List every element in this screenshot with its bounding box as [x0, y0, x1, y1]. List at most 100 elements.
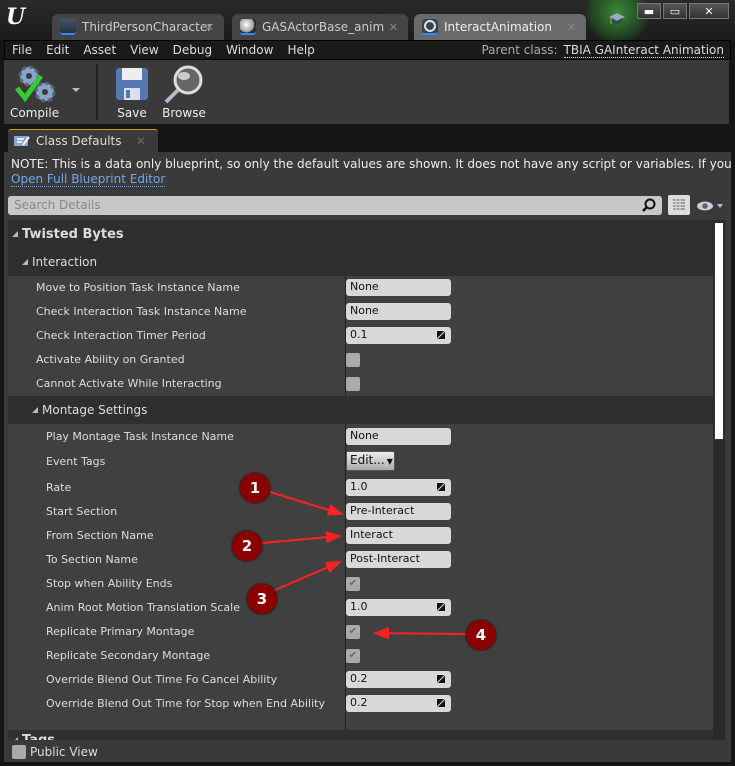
start-section-field[interactable]: Pre-Interact: [346, 503, 451, 520]
category-interaction[interactable]: Interaction: [8, 248, 718, 276]
category-twisted-bytes[interactable]: Twisted Bytes: [8, 220, 718, 248]
close-icon[interactable]: ✕: [136, 134, 146, 148]
tab-interactanimation[interactable]: InteractAnimation ✕: [414, 14, 586, 40]
unreal-logo-icon: U: [6, 4, 26, 30]
save-icon: [116, 68, 148, 100]
property-label: Event Tags: [46, 455, 106, 468]
event-tags-edit-button[interactable]: Edit... ▼: [346, 451, 395, 471]
spin-drag-icon[interactable]: [437, 675, 445, 683]
annotation-badge-3: 3: [247, 584, 277, 614]
spin-drag-icon[interactable]: [437, 331, 445, 339]
open-full-blueprint-editor-link[interactable]: Open Full Blueprint Editor: [11, 172, 166, 187]
details-panel: NOTE: This is a data only blueprint, so …: [4, 152, 731, 762]
property-label: To Section Name: [46, 553, 138, 566]
field-value: None: [350, 429, 379, 442]
rate-field[interactable]: 1.0: [346, 479, 451, 496]
class-defaults-icon: [14, 136, 30, 146]
field-value: 0.2: [350, 696, 368, 709]
property-tree: Twisted Bytes Interaction Move to Positi…: [8, 220, 718, 740]
replicate-secondary-montage-checkbox[interactable]: ✔: [346, 649, 360, 663]
tab-label: ThirdPersonCharacter: [82, 20, 213, 34]
property-label: Move to Position Task Instance Name: [36, 281, 240, 294]
move-to-position-task-name-field[interactable]: None: [346, 279, 451, 296]
minimize-button[interactable]: ▬: [637, 3, 661, 19]
annotation-badge-4: 4: [466, 620, 496, 650]
menu-help[interactable]: Help: [280, 43, 321, 57]
property-label: Replicate Secondary Montage: [46, 649, 211, 662]
check-interaction-timer-period-field[interactable]: 0.1: [346, 327, 451, 344]
property-label: Cannot Activate While Interacting: [36, 377, 222, 390]
public-view-label: Public View: [30, 745, 98, 759]
category-montage-settings[interactable]: Montage Settings: [8, 396, 718, 424]
property-label: Check Interaction Task Instance Name: [36, 305, 247, 318]
search-placeholder: Search Details: [14, 198, 101, 212]
category-label: Interaction: [32, 255, 98, 269]
category-label: Twisted Bytes: [22, 226, 124, 242]
parent-class-label: Parent class:: [481, 43, 558, 57]
browse-button[interactable]: Browse: [162, 62, 206, 120]
menu-bar: File Edit Asset View Debug Window Help P…: [4, 40, 731, 60]
close-window-button[interactable]: ✕: [689, 3, 729, 19]
menu-view[interactable]: View: [123, 43, 165, 57]
property-label: Override Blend Out Time Fo Cancel Abilit…: [46, 673, 278, 686]
close-icon[interactable]: ✕: [205, 21, 214, 34]
data-only-note: NOTE: This is a data only blueprint, so …: [11, 157, 731, 171]
spin-drag-icon[interactable]: [437, 699, 445, 707]
menu-edit[interactable]: Edit: [39, 43, 76, 57]
to-section-name-field[interactable]: Post-Interact: [346, 551, 451, 568]
from-section-name-field[interactable]: Interact: [346, 527, 451, 544]
compile-button[interactable]: Compile: [10, 62, 59, 120]
visibility-filter-button[interactable]: [696, 200, 726, 215]
override-blend-out-stop-field[interactable]: 0.2: [346, 695, 451, 712]
tutorial-cap-icon[interactable]: [609, 12, 625, 26]
menu-file[interactable]: File: [5, 43, 39, 57]
search-details-input[interactable]: Search Details: [8, 196, 662, 215]
expand-triangle-icon: [12, 231, 18, 237]
property-label: Replicate Primary Montage: [46, 625, 195, 638]
stop-when-ability-ends-checkbox[interactable]: ✔: [346, 577, 360, 591]
field-value: Interact: [350, 528, 393, 541]
spin-drag-icon[interactable]: [437, 483, 445, 491]
character-blueprint-icon: [60, 19, 76, 35]
property-label: Stop when Ability Ends: [46, 577, 173, 590]
public-view-toggle[interactable]: Public View: [8, 742, 728, 762]
property-label: Check Interaction Timer Period: [36, 329, 206, 342]
parent-class-link[interactable]: TBIA GAInteract Animation: [563, 43, 724, 58]
window-controls: ▬ ▭ ✕: [637, 3, 729, 19]
check-interaction-task-name-field[interactable]: None: [346, 303, 451, 320]
view-options-grid-button[interactable]: [668, 195, 690, 215]
override-blend-out-cancel-field[interactable]: 0.2: [346, 671, 451, 688]
close-icon[interactable]: ✕: [389, 21, 398, 34]
spin-drag-icon[interactable]: [437, 603, 445, 611]
save-button[interactable]: Save: [114, 62, 150, 120]
cannot-activate-while-interacting-checkbox[interactable]: [346, 377, 360, 391]
public-view-checkbox[interactable]: [12, 745, 26, 759]
close-icon[interactable]: ✕: [567, 21, 576, 34]
replicate-primary-montage-checkbox[interactable]: ✔: [346, 625, 360, 639]
tab-class-defaults[interactable]: Class Defaults ✕: [8, 129, 158, 152]
activate-ability-on-granted-checkbox[interactable]: [346, 353, 360, 367]
maximize-button[interactable]: ▭: [663, 3, 687, 19]
scrollbar-thumb[interactable]: [714, 222, 724, 440]
menu-window[interactable]: Window: [219, 43, 280, 57]
property-label: From Section Name: [46, 529, 154, 542]
compile-icon: [14, 65, 56, 103]
field-value: None: [350, 304, 379, 317]
expand-triangle-icon: [22, 259, 28, 265]
menu-asset[interactable]: Asset: [76, 43, 123, 57]
menu-debug[interactable]: Debug: [166, 43, 219, 57]
play-montage-task-name-field[interactable]: None: [346, 428, 451, 445]
tab-label: InteractAnimation: [444, 20, 552, 34]
toolbar: Compile Save Browse: [4, 60, 729, 124]
property-label: Rate: [46, 481, 72, 494]
anim-root-motion-scale-field[interactable]: 1.0: [346, 599, 451, 616]
blueprint-ring-icon: [422, 19, 438, 35]
compile-options-dropdown-icon[interactable]: [72, 88, 80, 92]
tab-thirdpersoncharacter[interactable]: ThirdPersonCharacter ✕: [52, 14, 224, 40]
tab-gasactorbase-anim[interactable]: GASActorBase_anim ✕: [232, 14, 408, 40]
category-tags[interactable]: Tags: [8, 730, 718, 740]
field-value: 1.0: [350, 480, 368, 493]
eye-icon: [697, 201, 723, 211]
sphere-icon: [240, 19, 256, 35]
toolbar-separator: [96, 64, 98, 120]
